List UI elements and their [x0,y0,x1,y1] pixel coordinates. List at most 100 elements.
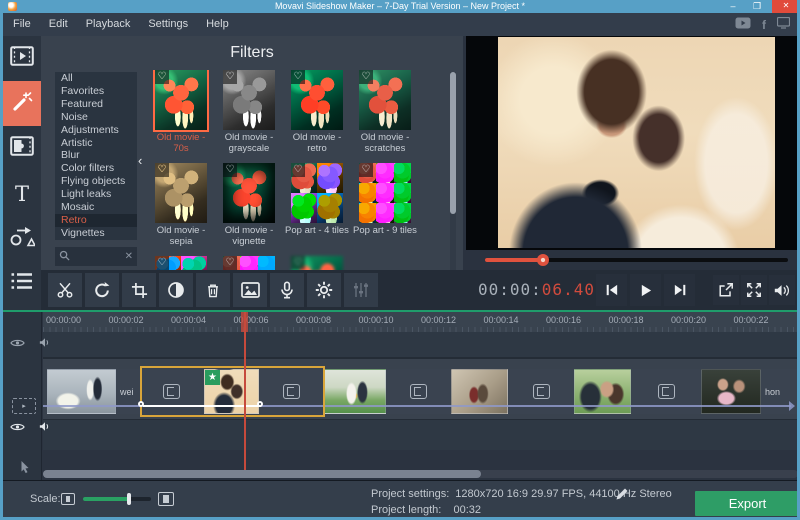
timeline-transition[interactable] [508,369,574,414]
timeline-clip-thumbnail[interactable] [574,369,631,414]
detach-preview-button[interactable] [713,275,739,305]
timeline-transition[interactable] [631,369,701,414]
category-adjustments[interactable]: Adjustments [55,124,137,137]
zoom-in-frame-icon[interactable] [158,492,174,506]
timeline-transition[interactable] [259,369,323,414]
collapse-categories-arrow[interactable]: ‹ [138,154,142,167]
video-track-eye-icon[interactable] [10,419,25,437]
track-visibility-eye-icon[interactable] [10,335,25,353]
previous-frame-button[interactable] [596,274,627,306]
play-button[interactable] [630,274,661,306]
category-favorites[interactable]: Favorites [55,85,137,98]
menu-item-settings[interactable]: Settings [139,13,197,36]
linked-track-lane[interactable] [43,332,797,358]
seek-handle[interactable] [536,254,549,266]
insert-image-button[interactable] [233,273,267,307]
filter-item[interactable]: ♡ Old movie - 70s [148,70,214,156]
tutorial-icon[interactable] [776,16,791,34]
favorite-heart-icon[interactable]: ♡ [359,163,373,177]
next-frame-button[interactable] [664,274,695,306]
cursor-tool-icon[interactable] [20,460,30,479]
search-input[interactable] [70,251,125,262]
timeline-scrollbar[interactable] [43,470,797,478]
favorite-heart-icon[interactable]: ♡ [291,256,305,270]
category-featured[interactable]: Featured [55,98,137,111]
favorite-heart-icon[interactable]: ♡ [155,256,169,270]
volume-handle-right[interactable] [257,401,263,407]
category-flying-objects[interactable]: Flying objects [55,175,137,188]
audio-track-lane[interactable] [43,420,797,450]
volume-handle-left[interactable] [138,401,144,407]
timeline-clip-thumbnail[interactable] [701,369,761,414]
category-mosaic[interactable]: Mosaic [55,201,137,214]
sidebar-item-titles[interactable]: T [3,171,41,216]
category-noise[interactable]: Noise [55,111,137,124]
filters-scrollbar-thumb[interactable] [450,72,456,214]
timeline-clip-body[interactable]: wei [116,369,138,414]
favorite-heart-icon[interactable]: ♡ [359,70,373,84]
timeline-clip-thumbnail[interactable] [47,369,116,414]
favorite-heart-icon[interactable]: ♡ [291,163,305,177]
seek-bar[interactable] [485,254,788,266]
sidebar-item-filters[interactable] [3,81,41,126]
sidebar-item-track-list[interactable] [3,261,41,306]
favorite-heart-icon[interactable]: ♡ [155,163,169,177]
filters-scrollbar[interactable] [450,72,456,280]
scale-slider[interactable] [83,493,151,505]
filter-item[interactable]: ♡ Pop art - 4 tiles [284,163,350,249]
filter-item[interactable]: ♡ Old movie - vignette [216,163,282,249]
filter-item[interactable]: ♡ Old movie - retro [284,70,350,156]
sidebar-item-animation[interactable] [3,216,41,261]
timeline-clip-thumbnail[interactable]: ★ [204,369,259,414]
equalizer-button[interactable] [344,273,378,307]
export-button[interactable]: Export [695,491,797,516]
playhead[interactable] [244,312,246,470]
youtube-icon[interactable] [735,16,751,34]
track-mute-speaker-icon[interactable] [39,335,51,353]
favorite-heart-icon[interactable]: ♡ [223,163,237,177]
favorite-heart-icon[interactable]: ♡ [223,256,237,270]
edit-settings-pencil-icon[interactable] [615,487,629,506]
fullscreen-button[interactable] [741,275,767,305]
timeline-transition[interactable] [138,369,204,414]
timeline-scrollbar-thumb[interactable] [43,470,481,478]
timeline-clip-thumbnail[interactable] [451,369,508,414]
filter-item[interactable]: ♡ Old movie - grayscale [216,70,282,156]
category-color-filters[interactable]: Color filters [55,162,137,175]
favorite-heart-icon[interactable]: ♡ [223,70,237,84]
category-blur[interactable]: Blur [55,149,137,162]
zoom-out-frame-icon[interactable] [61,493,75,505]
delete-button[interactable] [196,273,230,307]
favorite-heart-icon[interactable]: ♡ [291,70,305,84]
volume-button[interactable] [769,275,795,305]
favorite-heart-icon[interactable]: ♡ [155,70,169,84]
clip-properties-button[interactable] [307,273,341,307]
timeline-transition[interactable] [386,369,451,414]
menu-item-file[interactable]: File [4,13,40,36]
scale-slider-handle[interactable] [127,493,131,505]
sidebar-item-transitions[interactable] [3,126,41,171]
record-audio-button[interactable] [270,273,304,307]
category-all[interactable]: All [55,72,137,85]
category-retro[interactable]: Retro [55,213,137,227]
split-button[interactable] [48,273,82,307]
sidebar-item-media[interactable] [3,36,41,81]
crop-button[interactable] [122,273,156,307]
menu-item-help[interactable]: Help [197,13,238,36]
color-adjustments-button[interactable] [159,273,193,307]
filter-item[interactable]: ♡ [216,256,282,270]
video-track-icon[interactable]: ▸ [12,398,36,414]
menu-item-playback[interactable]: Playback [77,13,140,36]
video-track-speaker-icon[interactable] [39,419,51,437]
close-button[interactable]: ✕ [772,0,797,13]
category-light-leaks[interactable]: Light leaks [55,188,137,201]
filter-item[interactable]: ♡ Old movie - scratches [352,70,418,156]
timeline-ruler[interactable]: 00:00:00 00:00:02 00:00:04 00:00:06 00:00:08… [43,312,797,332]
filter-item[interactable]: ♡ [284,256,350,270]
filter-item[interactable]: ♡ Old movie - sepia [148,163,214,249]
clear-search-icon[interactable]: ✕ [125,251,133,262]
filter-item[interactable]: ♡ [148,256,214,270]
menu-item-edit[interactable]: Edit [40,13,77,36]
filter-item[interactable]: ♡ Pop art - 9 tiles [352,163,418,249]
facebook-icon[interactable]: f [762,18,766,32]
